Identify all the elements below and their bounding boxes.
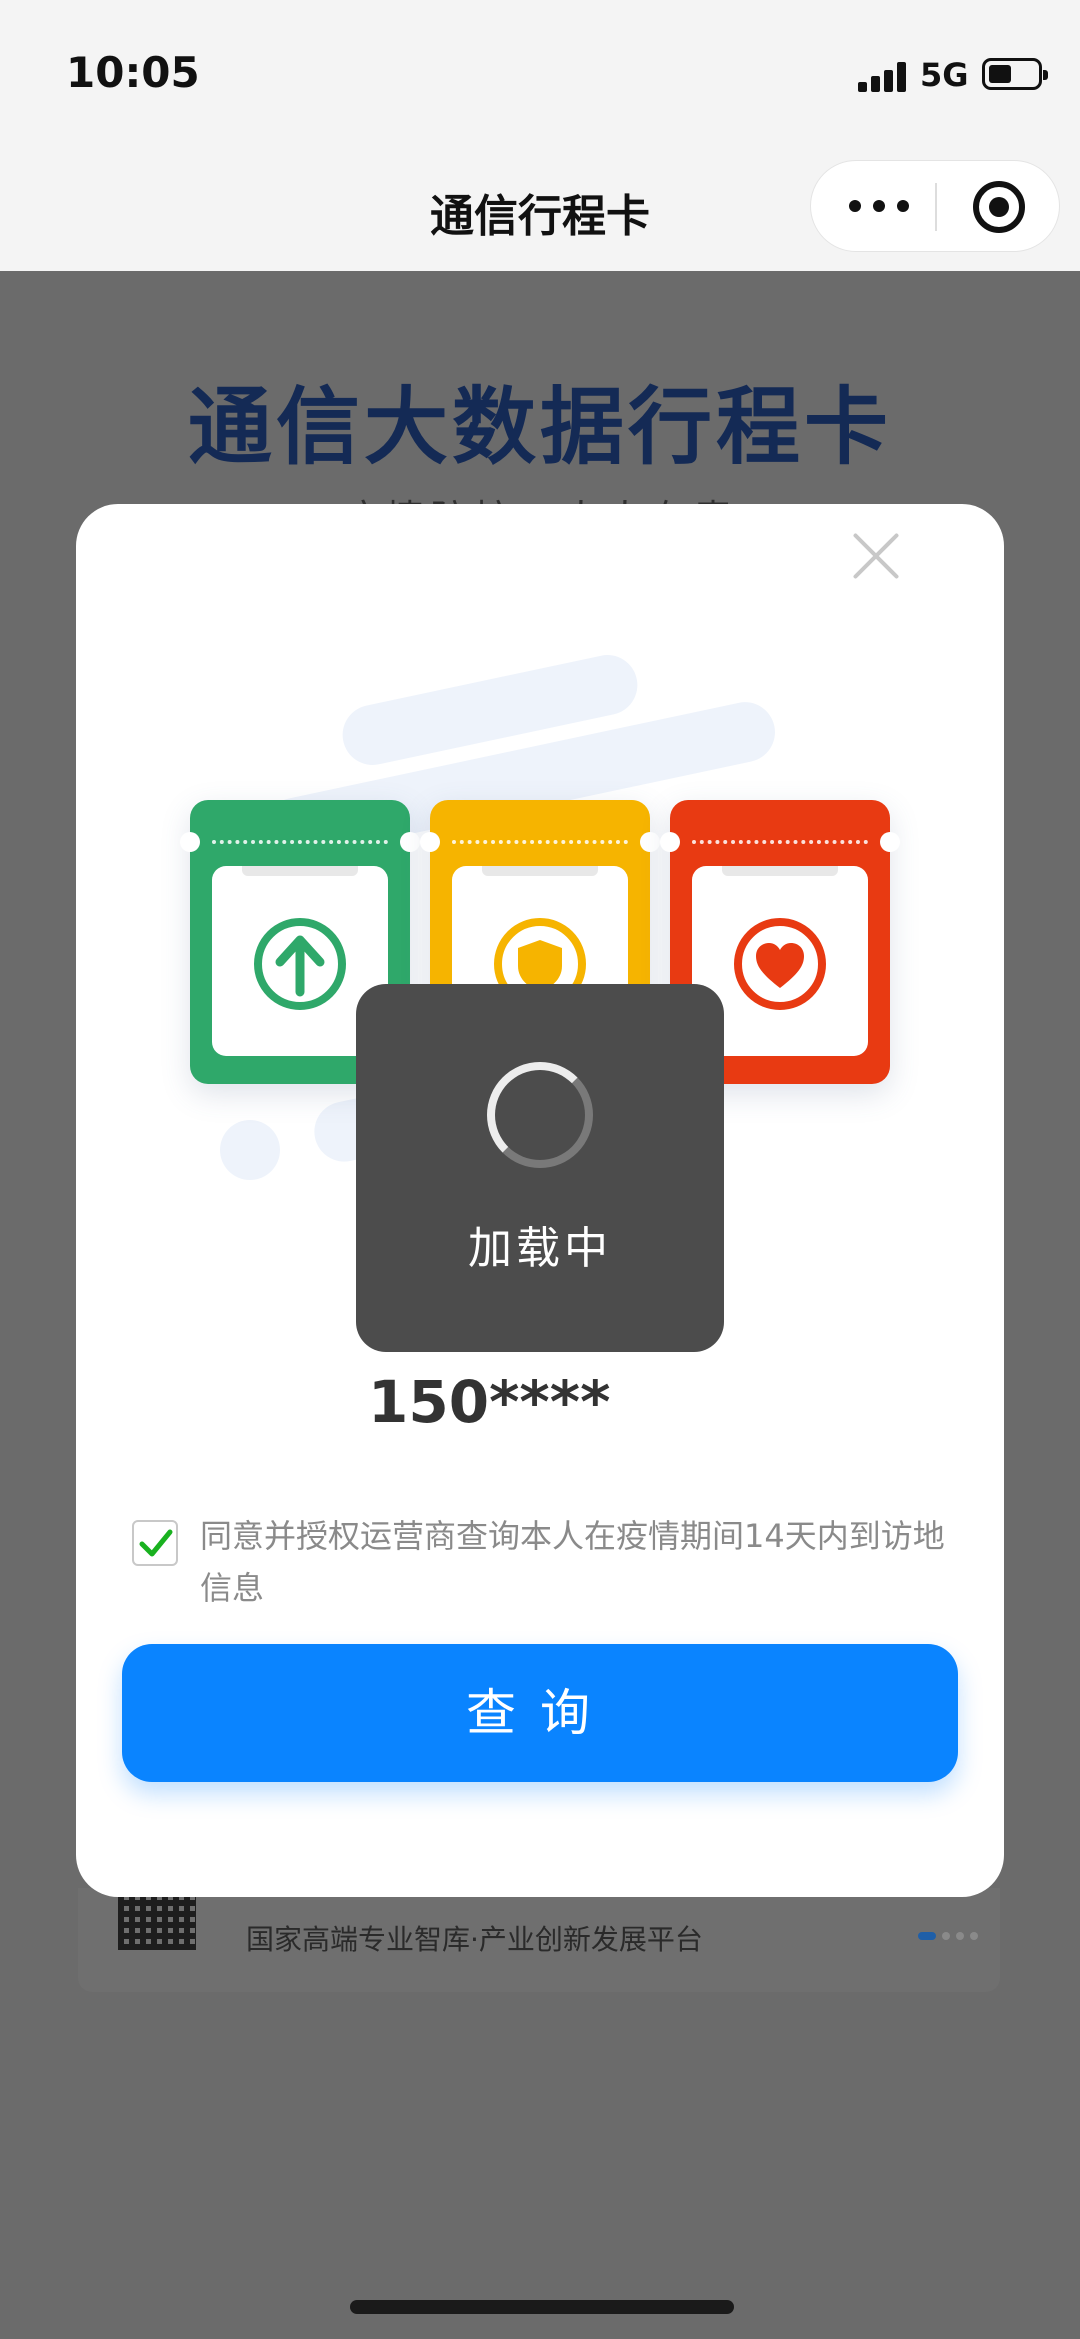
arrow-up-icon	[252, 916, 348, 1012]
phone-number: 150****	[368, 1368, 611, 1436]
query-button[interactable]: 查询	[122, 1644, 958, 1782]
network-type: 5G	[920, 56, 969, 94]
carousel-dots	[918, 1932, 978, 1942]
agreement-row: 同意并授权运营商查询本人在疫情期间14天内到访地信息	[132, 1510, 972, 1620]
background-footer: 国家高端专业智库·产业创新发展平台	[78, 1888, 1000, 1992]
heart-icon	[732, 916, 828, 1012]
footer-text: 国家高端专业智库·产业创新发展平台	[246, 1923, 703, 1956]
agreement-text: 同意并授权运营商查询本人在疫情期间14天内到访地信息	[200, 1517, 945, 1607]
screen: 10:05 5G 通信行程卡 通信大数据行程卡 疫情防控，人人有责 国家高端专业…	[0, 0, 1080, 2339]
close-mini-program-icon[interactable]	[973, 181, 1025, 233]
loading-text: 加载中	[468, 1223, 612, 1274]
more-icon[interactable]	[849, 191, 909, 221]
battery-icon	[982, 58, 1048, 90]
background-title: 通信大数据行程卡	[187, 378, 892, 476]
close-icon[interactable]	[845, 528, 901, 584]
capsule-divider	[935, 183, 937, 231]
loading-spinner-icon	[487, 1062, 593, 1168]
home-indicator	[350, 2300, 734, 2314]
checkmark-icon	[139, 1529, 173, 1557]
signal-icon	[858, 62, 908, 92]
status-time: 10:05	[66, 48, 200, 97]
status-bar: 10:05 5G	[0, 0, 1080, 150]
agreement-checkbox[interactable]	[132, 1520, 178, 1566]
qr-code-icon	[118, 1894, 196, 1950]
mini-program-capsule	[810, 160, 1060, 252]
nav-bar: 通信行程卡	[0, 150, 1080, 271]
loading-toast: 加载中	[356, 984, 724, 1352]
